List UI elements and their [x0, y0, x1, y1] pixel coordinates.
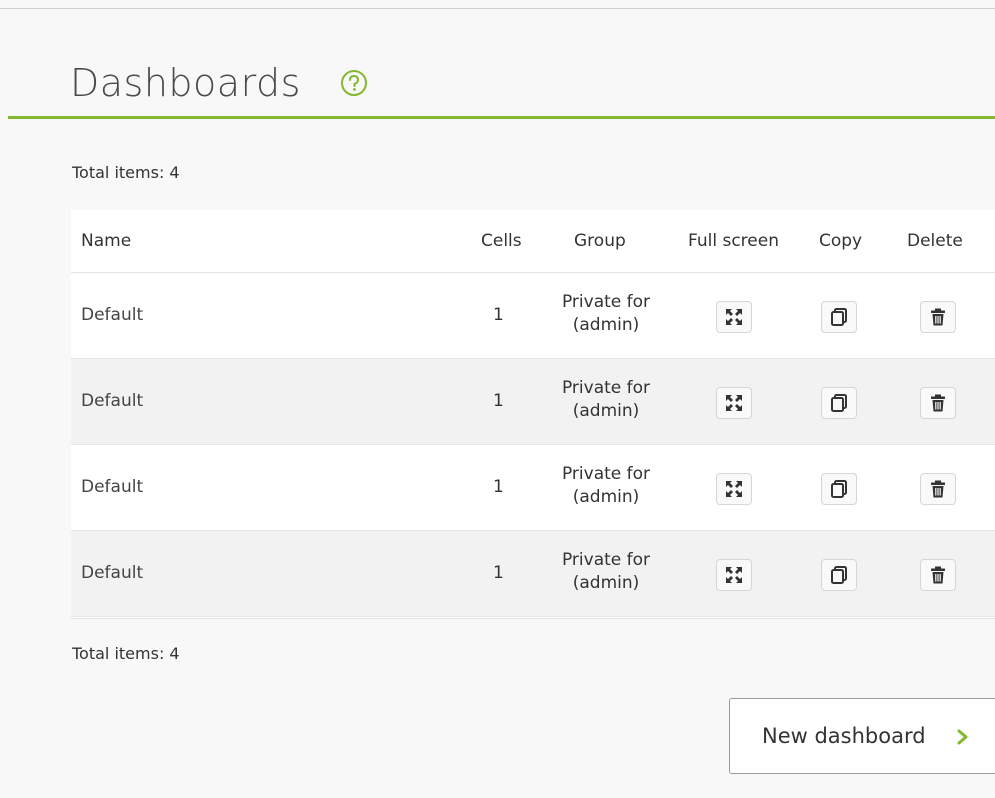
column-header-copy: Copy: [819, 231, 863, 251]
table-header: Name Cells Group Full screen Copy Delete: [71, 210, 995, 273]
trash-icon: [931, 480, 945, 498]
group-label: Private for (admin): [561, 550, 651, 593]
table-row: Default 1 Private for (admin): [71, 531, 995, 617]
total-items-top: Total items: 4: [72, 163, 180, 182]
cells-count: 1: [493, 305, 504, 325]
trash-icon: [931, 308, 945, 326]
column-header-delete: Delete: [907, 231, 963, 251]
table-row: Default 1 Private for (admin): [71, 445, 995, 531]
new-dashboard-label: New dashboard: [762, 724, 926, 748]
full-screen-button[interactable]: [716, 559, 752, 591]
cells-count: 1: [493, 477, 504, 497]
total-items-bottom: Total items: 4: [72, 644, 180, 663]
new-dashboard-button[interactable]: New dashboard: [729, 698, 995, 774]
trash-icon: [931, 566, 945, 584]
dashboards-table: Name Cells Group Full screen Copy Delete…: [71, 210, 995, 619]
fullscreen-icon: [726, 309, 742, 325]
fullscreen-icon: [726, 481, 742, 497]
column-header-cells: Cells: [481, 231, 522, 251]
cells-count: 1: [493, 391, 504, 411]
copy-button[interactable]: [821, 559, 857, 591]
copy-button[interactable]: [821, 301, 857, 333]
column-header-group: Group: [574, 231, 626, 251]
full-screen-button[interactable]: [716, 387, 752, 419]
dashboard-name-link[interactable]: Default: [81, 391, 143, 411]
group-label: Private for (admin): [561, 464, 651, 507]
table-row: Default 1 Private for (admin): [71, 359, 995, 445]
full-screen-button[interactable]: [716, 301, 752, 333]
trash-icon: [931, 394, 945, 412]
full-screen-button[interactable]: [716, 473, 752, 505]
dashboard-name-link[interactable]: Default: [81, 477, 143, 497]
fullscreen-icon: [726, 395, 742, 411]
group-label: Private for (admin): [561, 378, 651, 421]
page-title: Dashboards: [70, 61, 301, 105]
fullscreen-icon: [726, 567, 742, 583]
help-circle-icon[interactable]: [338, 67, 370, 99]
dashboard-name-link[interactable]: Default: [81, 305, 143, 325]
delete-button[interactable]: [920, 301, 956, 333]
copy-icon: [831, 394, 847, 412]
title-underline: [8, 116, 995, 119]
chevron-right-icon: [957, 729, 968, 745]
top-border: [0, 8, 995, 9]
copy-icon: [831, 308, 847, 326]
copy-icon: [831, 480, 847, 498]
cells-count: 1: [493, 563, 504, 583]
group-label: Private for (admin): [561, 292, 651, 335]
column-header-full-screen: Full screen: [688, 231, 779, 251]
copy-button[interactable]: [821, 387, 857, 419]
delete-button[interactable]: [920, 559, 956, 591]
copy-button[interactable]: [821, 473, 857, 505]
delete-button[interactable]: [920, 473, 956, 505]
delete-button[interactable]: [920, 387, 956, 419]
dashboard-name-link[interactable]: Default: [81, 563, 143, 583]
column-header-name: Name: [81, 231, 132, 251]
copy-icon: [831, 566, 847, 584]
table-row: Default 1 Private for (admin): [71, 273, 995, 359]
